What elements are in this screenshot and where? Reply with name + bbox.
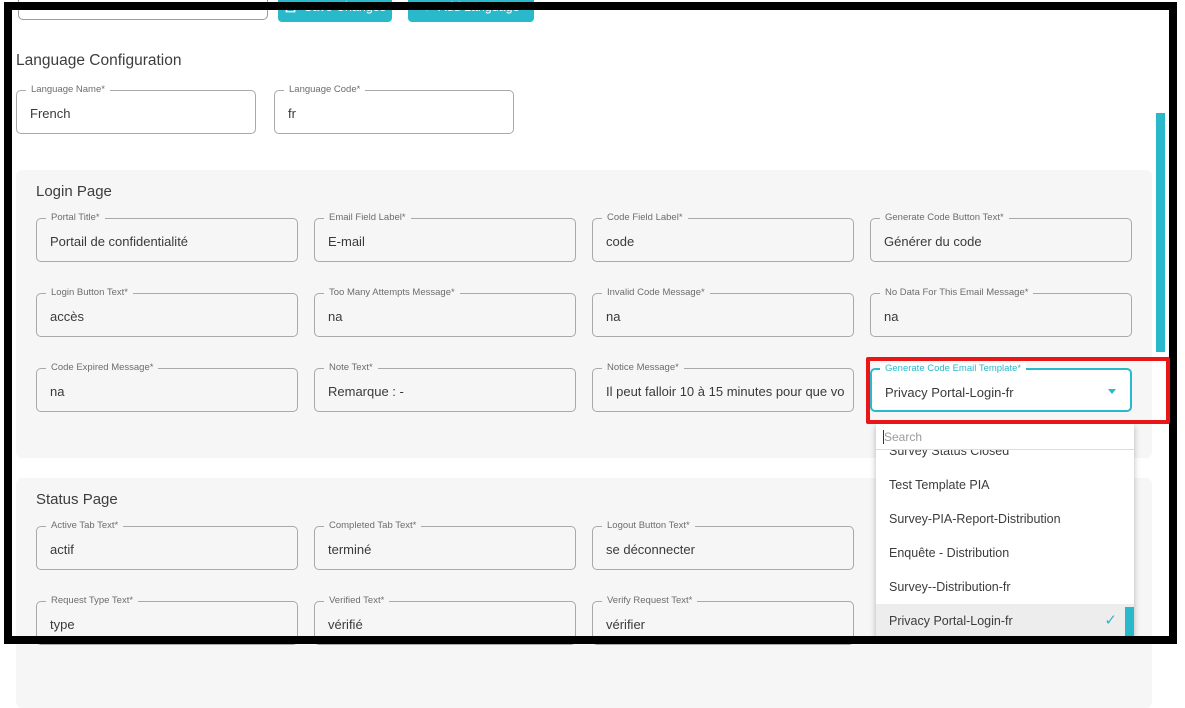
field-value: fr bbox=[288, 106, 504, 121]
field-completed-tab-text[interactable]: Completed Tab Text* terminé bbox=[314, 526, 576, 570]
field-label: Language Name* bbox=[26, 84, 110, 95]
field-language-name[interactable]: Language Name* French bbox=[16, 90, 256, 134]
option-test-template-pia[interactable]: Test Template PIA bbox=[876, 468, 1134, 502]
dropdown-search[interactable] bbox=[876, 424, 1134, 450]
option-privacy-portal-login-fr[interactable]: Privacy Portal-Login-fr ✓ bbox=[876, 604, 1134, 636]
field-note-text[interactable]: Note Text* Remarque : - bbox=[314, 368, 576, 412]
option-survey-distribution-fr[interactable]: Survey--Distribution-fr bbox=[876, 570, 1134, 604]
field-invalid-code-message[interactable]: Invalid Code Message* na bbox=[592, 293, 854, 337]
field-active-tab-text[interactable]: Active Tab Text* actif bbox=[36, 526, 298, 570]
field-code-expired-message[interactable]: Code Expired Message* na bbox=[36, 368, 298, 412]
field-request-type-text[interactable]: Request Type Text* type bbox=[36, 601, 298, 645]
field-verified-text[interactable]: Verified Text* vérifié bbox=[314, 601, 576, 645]
chevron-down-icon[interactable] bbox=[1108, 389, 1116, 394]
field-generate-code-email-template[interactable]: Generate Code Email Template* Privacy Po… bbox=[870, 368, 1132, 412]
search-input[interactable] bbox=[884, 427, 1119, 447]
field-portal-title[interactable]: Portal Title* Portail de confidentialité bbox=[36, 218, 298, 262]
email-template-dropdown: Survey Status Closed Test Template PIA S… bbox=[876, 424, 1134, 637]
field-generate-code-button-text[interactable]: Generate Code Button Text* Générer du co… bbox=[870, 218, 1132, 262]
login-page-grid: Portal Title* Portail de confidentialité… bbox=[36, 218, 1132, 412]
dropdown-options-list: Survey Status Closed Test Template PIA S… bbox=[876, 450, 1134, 636]
field-notice-message[interactable]: Notice Message* Il peut falloir 10 à 15 … bbox=[592, 368, 854, 412]
language-select-input[interactable] bbox=[18, 0, 268, 20]
field-login-button-text[interactable]: Login Button Text* accès bbox=[36, 293, 298, 337]
field-no-data-for-this-email-message[interactable]: No Data For This Email Message* na bbox=[870, 293, 1132, 337]
field-code-field-label[interactable]: Code Field Label* code bbox=[592, 218, 854, 262]
save-icon bbox=[284, 1, 297, 14]
field-verify-request-text[interactable]: Verify Request Text* vérifier bbox=[592, 601, 854, 645]
check-icon: ✓ bbox=[1104, 604, 1117, 636]
page-scrollbar-thumb[interactable] bbox=[1156, 113, 1165, 352]
field-label: Language Code* bbox=[284, 84, 365, 95]
field-value: French bbox=[30, 106, 246, 121]
field-too-many-attempts-message[interactable]: Too Many Attempts Message* na bbox=[314, 293, 576, 337]
add-button-label: Add Language bbox=[438, 0, 519, 14]
add-language-button[interactable]: + Add Language bbox=[408, 0, 534, 22]
login-page-title: Login Page bbox=[36, 183, 1152, 200]
plus-icon: + bbox=[422, 0, 431, 15]
field-language-code[interactable]: Language Code* fr bbox=[274, 90, 514, 134]
field-logout-button-text[interactable]: Logout Button Text* se déconnecter bbox=[592, 526, 854, 570]
page-title: Language Configuration bbox=[16, 52, 181, 70]
save-changes-button[interactable]: Save Changes bbox=[278, 0, 392, 22]
login-page-card: Login Page Portal Title* Portail de conf… bbox=[16, 170, 1152, 458]
option-survey-status-closed[interactable]: Survey Status Closed bbox=[876, 450, 1134, 468]
field-email-field-label[interactable]: Email Field Label* E-mail bbox=[314, 218, 576, 262]
option-survey-pia-report-distribution[interactable]: Survey-PIA-Report-Distribution bbox=[876, 502, 1134, 536]
dropdown-scrollbar-thumb[interactable] bbox=[1125, 607, 1134, 637]
language-config-row: Language Name* French Language Code* fr bbox=[16, 90, 514, 134]
save-button-label: Save Changes bbox=[304, 0, 386, 14]
dropdown-options-viewport: Survey Status Closed Test Template PIA S… bbox=[876, 450, 1134, 636]
option-enquete-distribution[interactable]: Enquête - Distribution bbox=[876, 536, 1134, 570]
